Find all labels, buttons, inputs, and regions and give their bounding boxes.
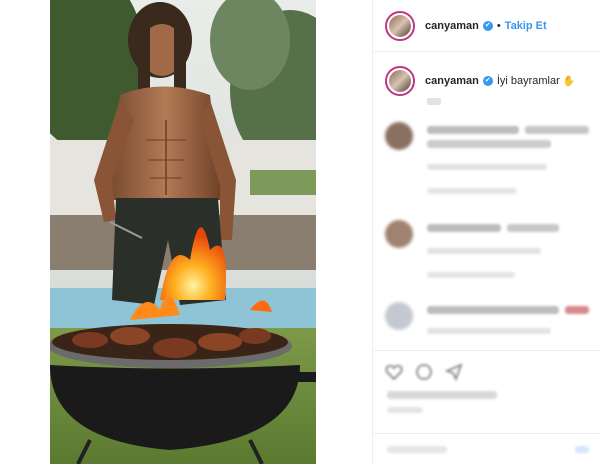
media-area <box>0 0 372 464</box>
view-replies-blurred[interactable] <box>427 272 515 278</box>
post-sidebar: canyaman ✔ • Takip Et canyaman ✔ İyi bay… <box>372 0 600 464</box>
avatar[interactable] <box>385 10 415 41</box>
post-date-blurred <box>387 407 423 413</box>
caption-username[interactable]: canyaman <box>425 75 479 87</box>
post-header: canyaman ✔ • Takip Et <box>373 0 600 52</box>
comment-line-blurred <box>427 126 519 134</box>
verified-badge-icon: ✔ <box>482 76 493 86</box>
post-actions <box>373 350 600 464</box>
comment-blurred <box>385 120 595 194</box>
comment-line-blurred <box>565 306 589 314</box>
caption-timestamp-blurred <box>427 98 441 105</box>
comment-line-blurred <box>427 224 501 232</box>
follow-button[interactable]: Takip Et <box>505 20 547 32</box>
caption-text: İyi bayramlar <box>496 75 560 87</box>
comment-line-blurred <box>525 126 589 134</box>
comment-blurred <box>385 218 595 278</box>
likes-count-blurred[interactable] <box>387 391 497 399</box>
post-photo[interactable] <box>50 0 316 464</box>
comment-line-blurred <box>427 306 559 314</box>
add-comment-bar <box>373 433 600 464</box>
bbq-photo-illustration <box>50 0 316 464</box>
view-replies-blurred[interactable] <box>427 188 517 194</box>
comment-input-blurred[interactable] <box>387 446 447 453</box>
instagram-post-page: canyaman ✔ • Takip Et canyaman ✔ İyi bay… <box>0 0 600 464</box>
separator-dot: • <box>496 19 501 32</box>
avatar[interactable] <box>385 302 413 330</box>
header-username[interactable]: canyaman <box>425 20 479 32</box>
heart-icon[interactable] <box>385 363 403 381</box>
comment-meta-blurred <box>427 248 541 254</box>
comment-meta-blurred <box>427 164 547 170</box>
comment-icon[interactable] <box>415 363 433 381</box>
verified-badge-icon: ✔ <box>482 20 493 31</box>
avatar-image <box>389 14 411 37</box>
comment-line-blurred <box>507 224 559 232</box>
share-icon[interactable] <box>445 363 463 381</box>
caption: canyaman ✔ İyi bayramlar ✋ <box>385 66 575 96</box>
comment-meta-blurred <box>427 328 551 334</box>
comment-line-blurred <box>427 140 551 148</box>
avatar[interactable] <box>385 122 413 150</box>
avatar-image <box>389 70 411 92</box>
post-comment-button-blurred[interactable] <box>575 446 589 453</box>
caption-avatar[interactable] <box>385 66 415 96</box>
waving-hand-icon: ✋ <box>562 75 576 87</box>
avatar[interactable] <box>385 220 413 248</box>
